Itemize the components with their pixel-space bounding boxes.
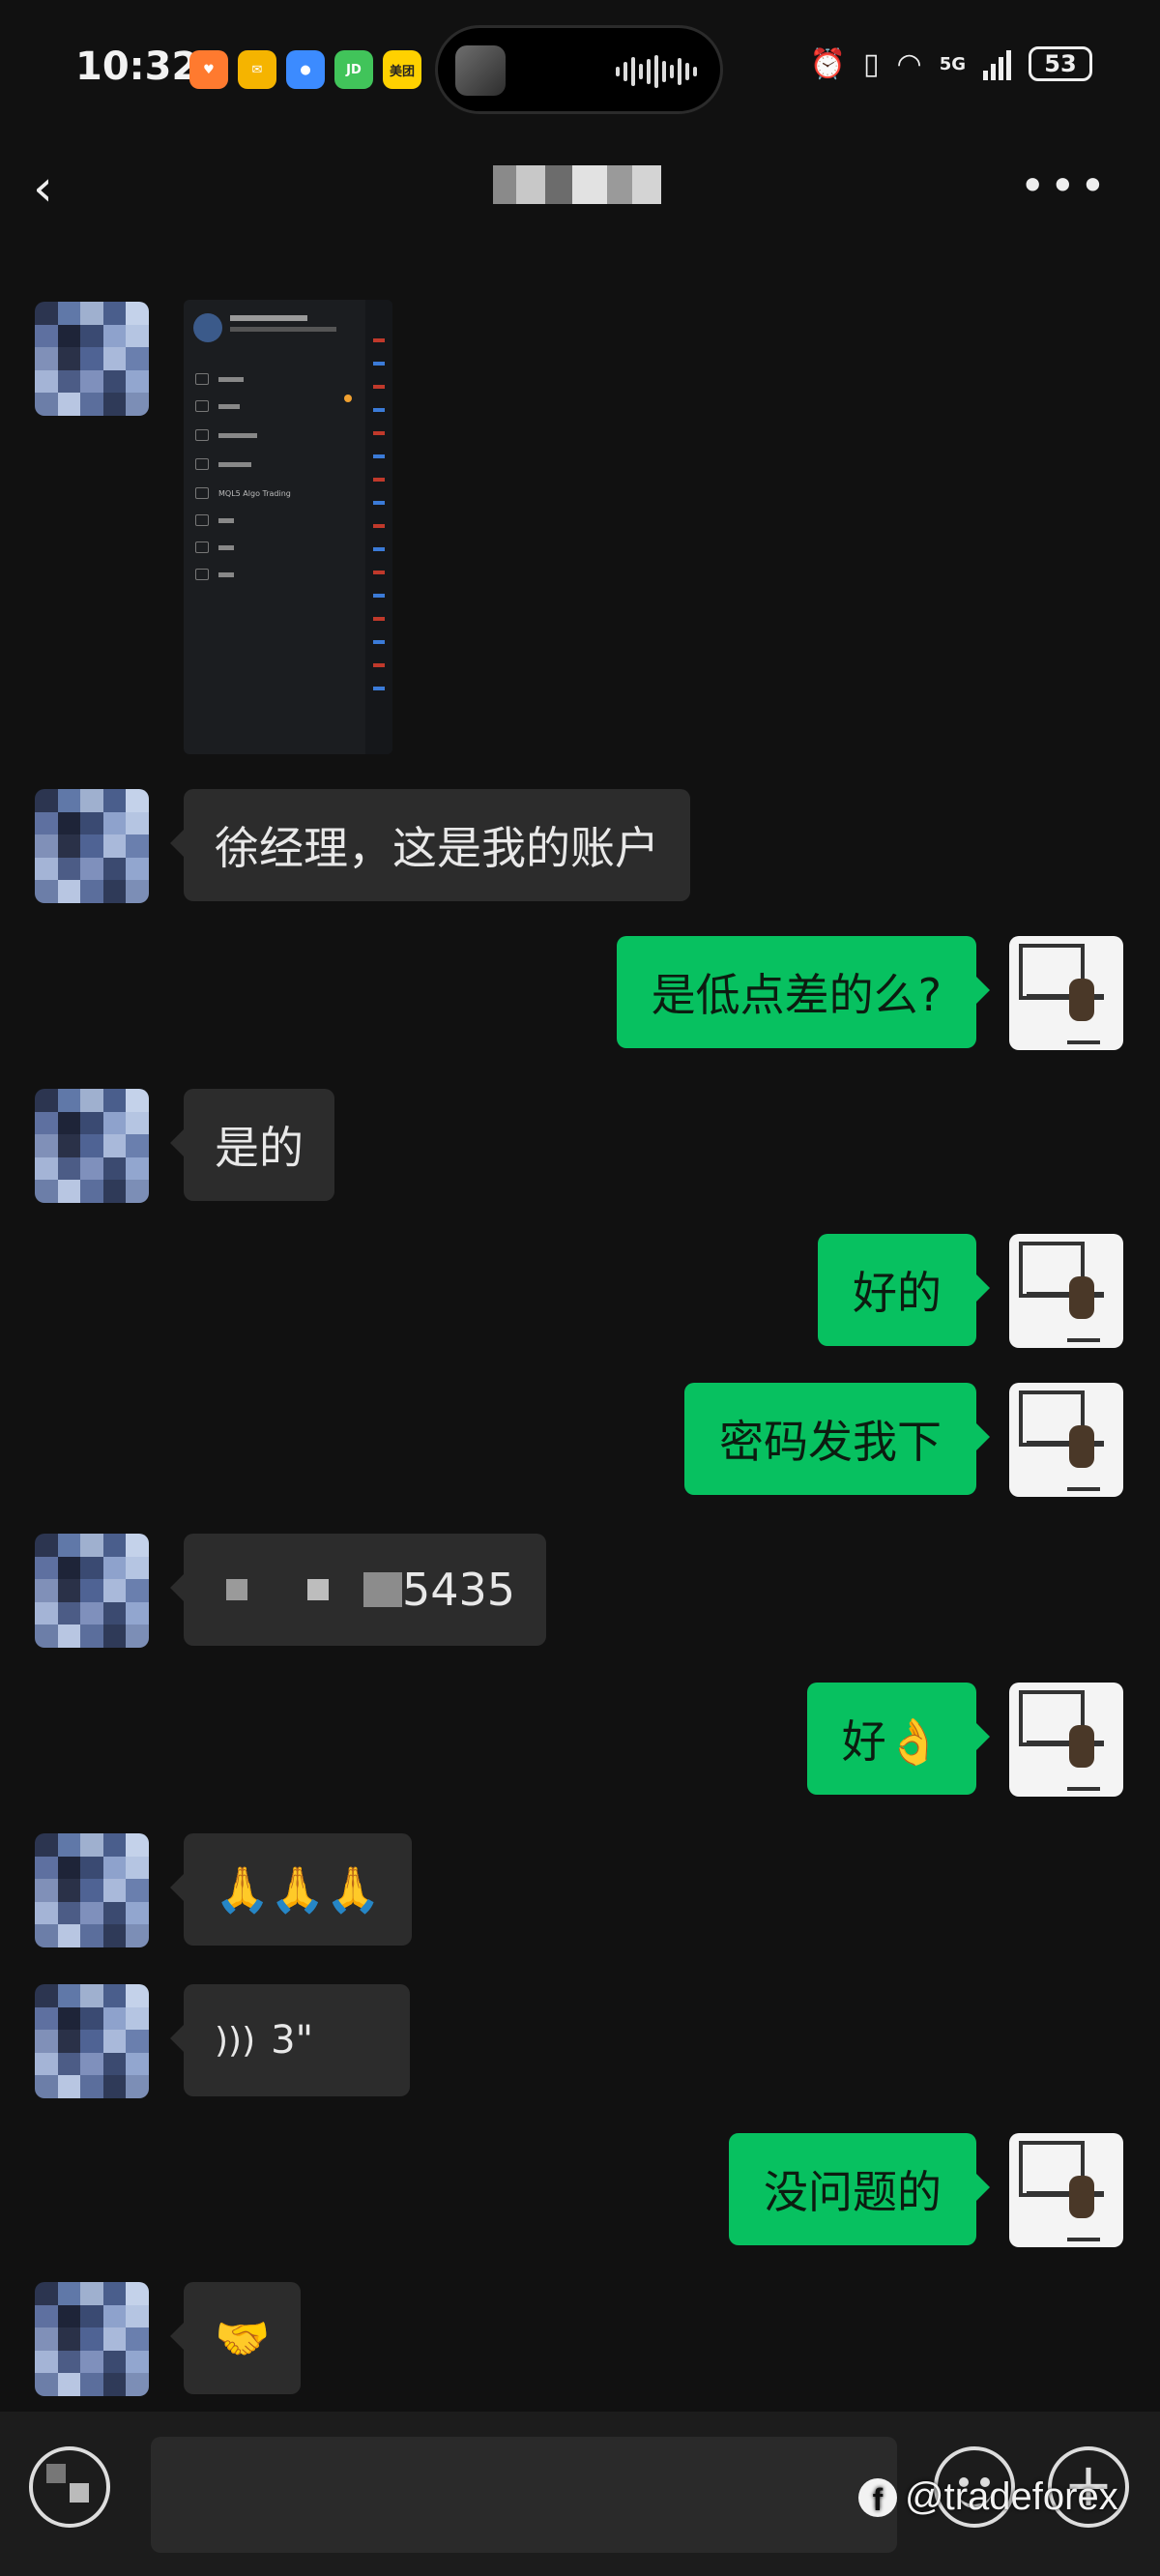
vibrate-icon: ▯ (862, 46, 880, 81)
signal-icon (983, 47, 1011, 80)
contact-avatar[interactable] (35, 1534, 149, 1648)
edit-icon (195, 373, 209, 385)
message-icon: ● (286, 50, 325, 89)
voice-message-bubble[interactable]: ))) 3" (170, 1984, 410, 2096)
my-avatar[interactable] (1009, 2133, 1123, 2247)
profile-avatar (193, 313, 222, 342)
journal-icon (195, 542, 209, 553)
message-bubble-incoming[interactable]: 徐经理，这是我的账户 (170, 789, 690, 901)
message-bubble-incoming[interactable]: 🙏🙏🙏 (170, 1833, 412, 1946)
watermark: f @tradeforex (858, 2475, 1118, 2519)
voice-duration: 3" (271, 2018, 313, 2063)
my-avatar[interactable] (1009, 1383, 1123, 1497)
contact-avatar[interactable] (35, 1984, 149, 2098)
dynamic-island[interactable] (435, 25, 723, 114)
network-label: 5G (939, 53, 966, 74)
password-tail: 5435 (402, 1564, 516, 1616)
app-icon (195, 429, 209, 441)
voice-wave-icon: ))) (215, 2020, 256, 2061)
chevron-left-icon[interactable]: ‹ (33, 160, 91, 218)
contact-avatar[interactable] (35, 789, 149, 903)
chat-header: ‹ ••• (0, 140, 1160, 256)
audio-wave-icon (616, 55, 697, 88)
pixelated-redaction (307, 1579, 329, 1600)
notification-icons: ♥ ✉ ● JD 美团 (189, 50, 421, 89)
message-bubble-incoming[interactable]: 🤝 (169, 2282, 302, 2394)
contact-avatar[interactable] (35, 1833, 149, 1947)
message-bubble-outgoing[interactable]: 是低点差的么? (616, 936, 991, 1048)
meituan-icon: 美团 (383, 50, 421, 89)
message-bubble-incoming[interactable]: 是的 (170, 1089, 334, 1201)
pixelated-redaction (363, 1572, 402, 1607)
taobao-icon: ♥ (189, 50, 228, 89)
jd-icon: JD (334, 50, 373, 89)
message-bubble-incoming[interactable]: 5435 (169, 1534, 547, 1646)
about-icon (195, 569, 209, 580)
algo-trading-icon (195, 487, 209, 499)
settings-icon (195, 514, 209, 526)
signal-list-icon (195, 458, 209, 470)
message-bubble-outgoing[interactable]: 没问题的 (729, 2133, 990, 2245)
contact-avatar[interactable] (35, 1089, 149, 1203)
facebook-icon: f (858, 2477, 897, 2517)
contact-avatar[interactable] (35, 2282, 149, 2396)
voice-icon[interactable] (29, 2446, 110, 2528)
pixelated-redaction (226, 1579, 247, 1600)
message-bubble-outgoing[interactable]: 密码发我下 (684, 1383, 990, 1495)
shared-screenshot-image[interactable]: MQL5 Algo Trading (184, 300, 392, 754)
chat-title-pixelated (493, 165, 686, 216)
caller-avatar (455, 45, 506, 96)
my-avatar[interactable] (1009, 936, 1123, 1050)
clock: 10:32 (75, 44, 199, 89)
message-input[interactable] (151, 2437, 897, 2553)
mail-icon: ✉ (238, 50, 276, 89)
wifi-icon: ◠ (896, 46, 922, 81)
contact-avatar[interactable] (35, 302, 149, 416)
my-avatar[interactable] (1009, 1234, 1123, 1348)
price-column (373, 338, 385, 706)
message-bubble-outgoing[interactable]: 好👌 (806, 1683, 991, 1795)
mail-icon (195, 400, 209, 412)
more-dots-icon[interactable]: ••• (1020, 160, 1110, 212)
alarm-icon: ⏰ (809, 46, 846, 81)
battery-icon: 53 (1029, 46, 1092, 81)
notification-dot (344, 395, 352, 402)
status-bar: 10:32 ♥ ✉ ● JD 美团 ⏰ ▯ ◠ 5G 53 (0, 0, 1160, 140)
message-bubble-outgoing[interactable]: 好的 (818, 1234, 990, 1346)
my-avatar[interactable] (1009, 1683, 1123, 1797)
system-indicators: ⏰ ▯ ◠ 5G 53 (810, 46, 1092, 81)
